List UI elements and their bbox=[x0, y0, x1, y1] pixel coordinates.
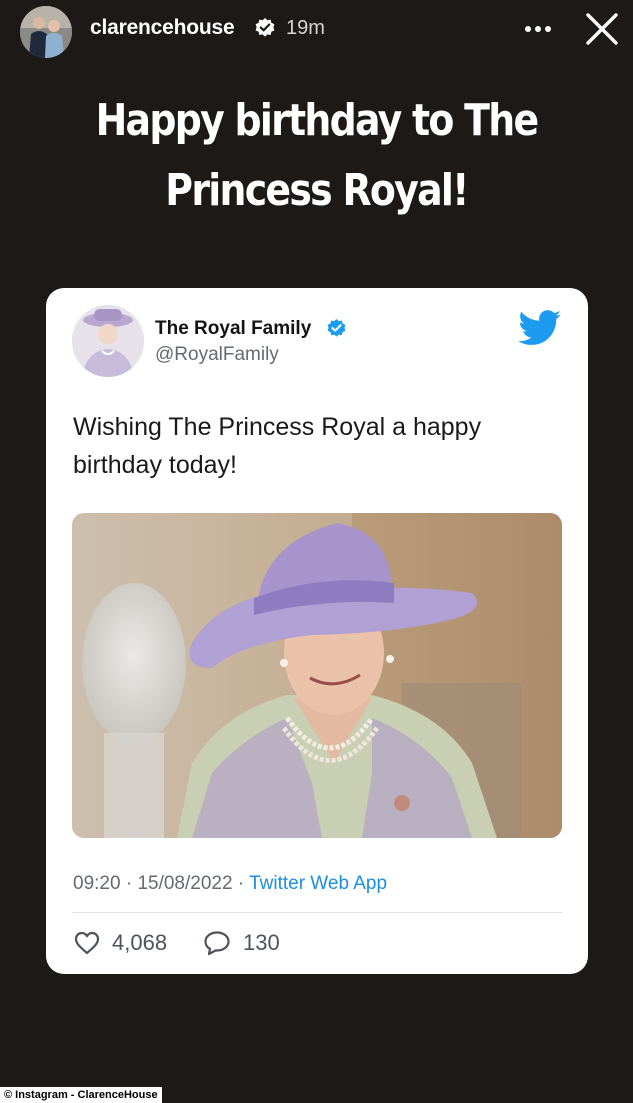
like-count: 4,068 bbox=[112, 930, 168, 955]
tweet-time: 09:20 bbox=[73, 873, 121, 894]
heart-icon bbox=[74, 931, 100, 955]
divider bbox=[72, 912, 563, 913]
close-icon[interactable] bbox=[583, 10, 621, 48]
tweet-photo[interactable] bbox=[72, 513, 562, 838]
tweet-handle[interactable]: @RoyalFamily bbox=[155, 344, 279, 366]
like-button[interactable]: 4,068 bbox=[74, 928, 167, 958]
reply-bubble-icon bbox=[204, 931, 230, 956]
tweet-source-link[interactable]: Twitter Web App bbox=[249, 873, 387, 894]
meta-separator: · bbox=[232, 873, 250, 894]
profile-avatar[interactable] bbox=[20, 6, 72, 58]
tweet-author-avatar[interactable] bbox=[72, 305, 144, 377]
tweet-text: Wishing The Princess Royal a happy birth… bbox=[73, 408, 563, 484]
tweet-display-name[interactable]: The Royal Family bbox=[155, 318, 311, 340]
tweet-text-line-2: birthday today! bbox=[73, 451, 237, 479]
meta-separator: · bbox=[120, 873, 138, 894]
story-username[interactable]: clarencehouse bbox=[90, 16, 235, 40]
verified-badge-icon bbox=[327, 319, 346, 337]
story-time: 19m bbox=[286, 17, 325, 39]
verified-badge-icon bbox=[255, 18, 275, 37]
story-header: clarencehouse 19m bbox=[0, 0, 633, 64]
twitter-bird-icon[interactable] bbox=[518, 310, 562, 346]
tweet-text-line-1: Wishing The Princess Royal a happy bbox=[73, 413, 482, 441]
reply-button[interactable]: 130 bbox=[203, 928, 280, 958]
story-caption: Happy birthday to The Princess Royal! bbox=[79, 86, 555, 226]
reply-count: 130 bbox=[243, 930, 280, 955]
caption-line-2: Princess Royal! bbox=[165, 165, 469, 216]
tweet-date[interactable]: 15/08/2022 bbox=[137, 873, 232, 894]
more-options-icon bbox=[525, 26, 551, 32]
caption-line-1: Happy birthday to The bbox=[95, 95, 540, 146]
image-credit: © Instagram - ClarenceHouse bbox=[0, 1087, 162, 1103]
more-options-button[interactable] bbox=[522, 14, 554, 44]
tweet-card[interactable]: The Royal Family @RoyalFamily Wishing Th… bbox=[46, 288, 588, 974]
tweet-meta: 09:20 · 15/08/2022 · Twitter Web App bbox=[73, 873, 387, 895]
